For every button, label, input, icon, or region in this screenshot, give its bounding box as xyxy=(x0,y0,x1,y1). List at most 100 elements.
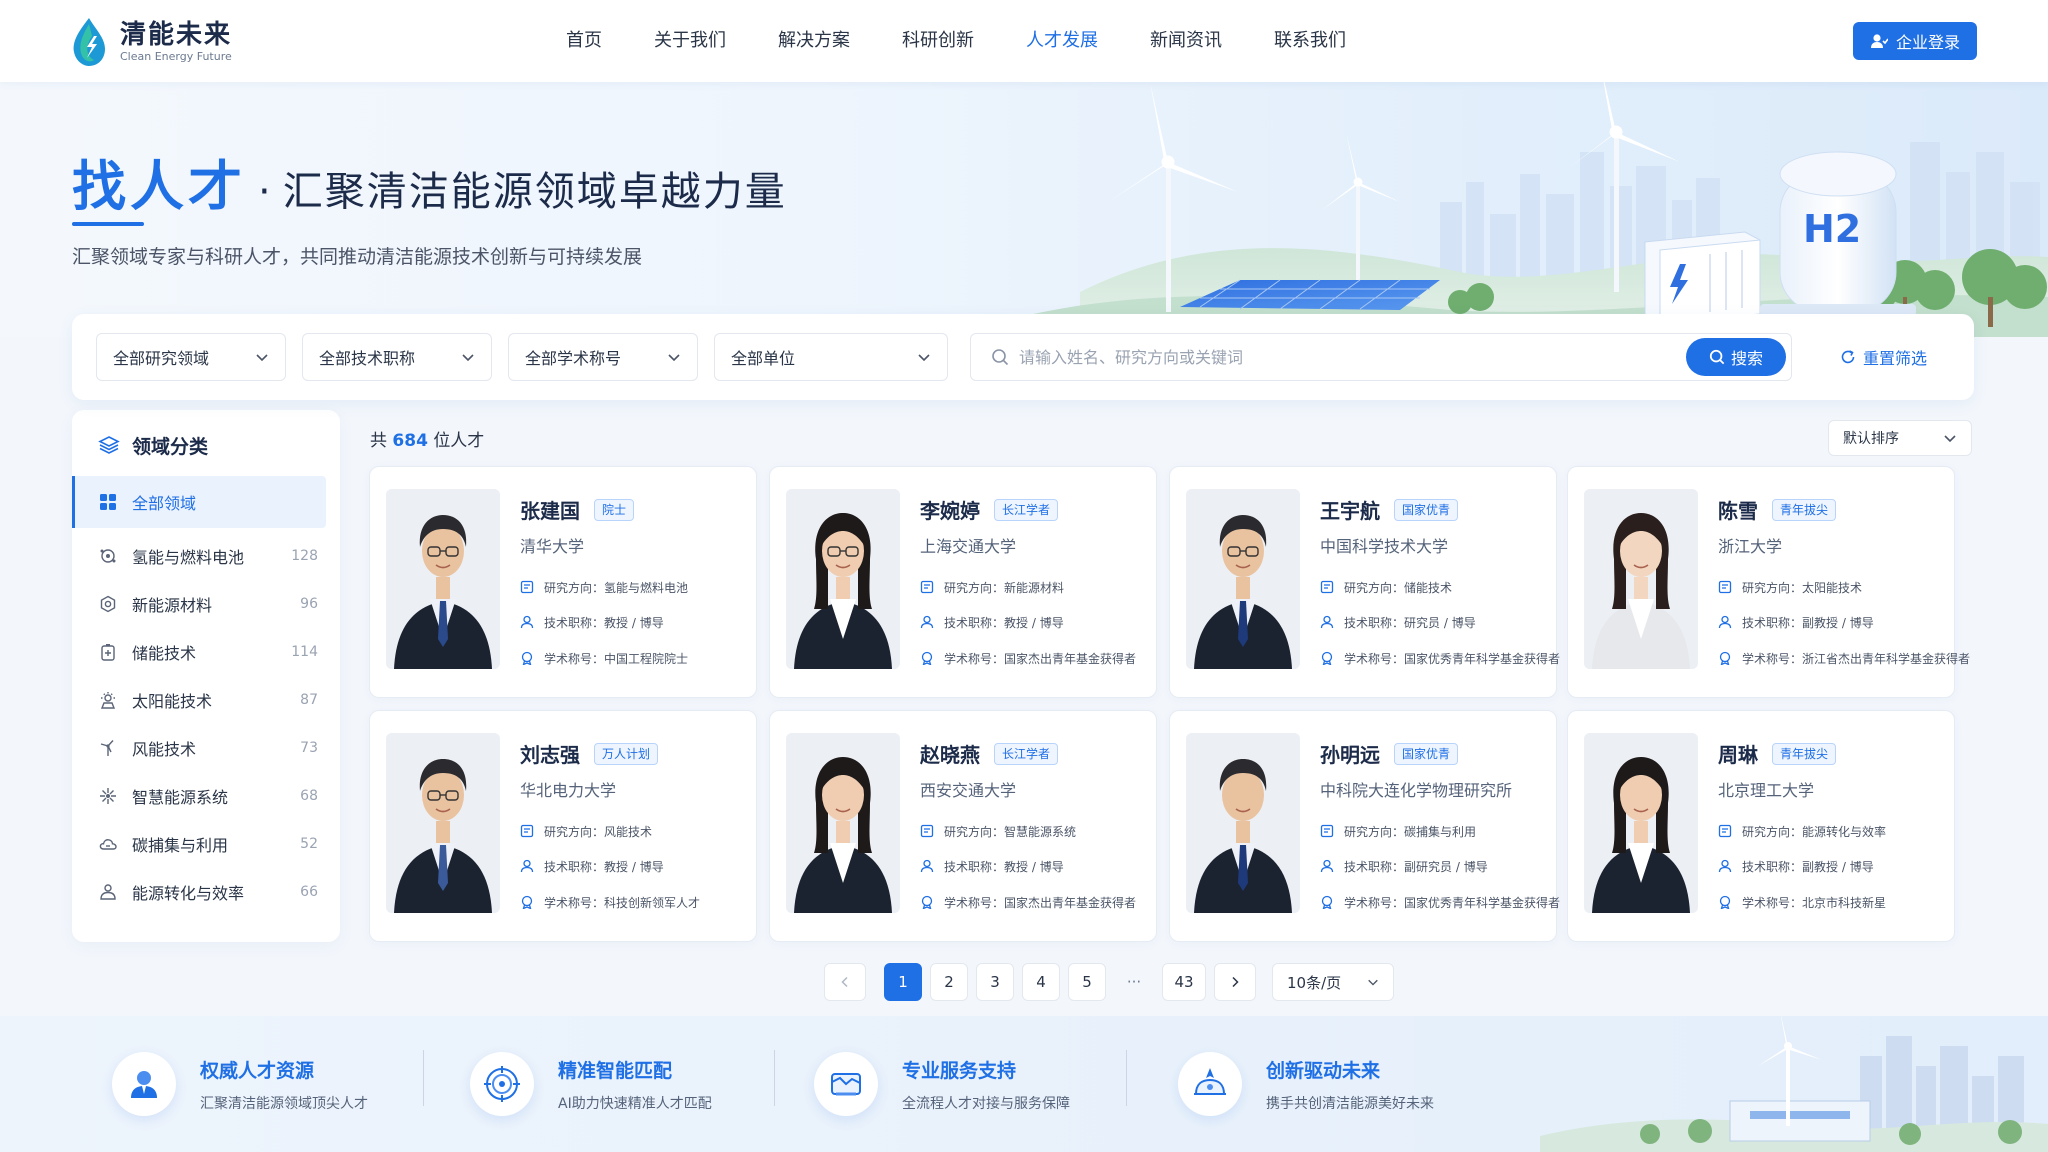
enterprise-login-button[interactable]: 企业登录 xyxy=(1853,22,1977,60)
person-icon xyxy=(920,859,934,873)
expert-direction-row: 研究方向： 新能源材料 xyxy=(920,577,1064,597)
select-value: 全部研究领域 xyxy=(113,349,210,368)
expert-card[interactable]: 陈雪 青年拔尖 浙江大学 研究方向： 太阳能技术 技术职称： 副教授 / 博导 … xyxy=(1567,466,1970,698)
page-button-2[interactable]: 2 xyxy=(930,963,968,1001)
page-button-last[interactable]: 43 xyxy=(1162,963,1206,1001)
expert-card[interactable]: 孙明远 国家优青 中科院大连化学物理研究所 研究方向： 碳捕集与利用 技术职称：… xyxy=(1169,710,1560,942)
sidebar-item-count: 96 xyxy=(300,596,318,612)
count-prefix: 共 xyxy=(370,431,387,451)
expert-card[interactable]: 刘志强 万人计划 华北电力大学 研究方向： 风能技术 技术职称： 教授 / 博导… xyxy=(369,710,757,942)
nav-about[interactable]: 关于我们 xyxy=(654,0,726,82)
expert-card[interactable]: 周琳 青年拔尖 北京理工大学 研究方向： 能源转化与效率 技术职称： 副教授 /… xyxy=(1567,710,1955,942)
footer-feature-matching: 精准智能匹配 AI助力快速精准人才匹配 xyxy=(470,1048,712,1120)
main-nav: 首页 关于我们 解决方案 科研创新 人才发展 新闻资讯 联系我们 xyxy=(540,0,1372,82)
nav-talent[interactable]: 人才发展 xyxy=(1026,0,1098,82)
expert-title-row: 技术职称： 副教授 / 博导 xyxy=(1718,856,1874,876)
sidebar-item-label: 新能源材料 xyxy=(132,596,213,615)
cycle-icon xyxy=(98,882,118,902)
direction-label: 研究方向： xyxy=(1742,580,1803,595)
hydrogen-icon xyxy=(98,546,118,566)
h2-label: H2 xyxy=(1803,207,1861,251)
honor-value: 浙江省杰出青年科学基金获得者 xyxy=(1802,651,1971,666)
expert-direction-row: 研究方向： 风能技术 xyxy=(520,821,652,841)
sidebar-title: 领域分类 xyxy=(98,430,208,460)
brand-tagline: Clean Energy Future xyxy=(120,50,232,63)
footer-divider xyxy=(423,1050,424,1106)
sidebar-item-smart-energy[interactable]: 智慧能源系统 68 xyxy=(72,776,326,816)
service-icon xyxy=(814,1052,878,1116)
academic-honor-select[interactable]: 全部学术称号 xyxy=(508,333,698,381)
page-button-4[interactable]: 4 xyxy=(1022,963,1060,1001)
page-button-1[interactable]: 1 xyxy=(884,963,922,1001)
sidebar-item-hydrogen[interactable]: 氢能与燃料电池 128 xyxy=(72,536,326,576)
expert-institution: 华北电力大学 xyxy=(520,781,617,800)
expert-institution: 浙江大学 xyxy=(1718,537,1783,556)
user-icon xyxy=(1870,34,1888,48)
next-page-button[interactable] xyxy=(1214,963,1256,1001)
sidebar-item-wind[interactable]: 风能技术 73 xyxy=(72,728,326,768)
sidebar-item-storage[interactable]: 储能技术 114 xyxy=(72,632,326,672)
sidebar-item-all[interactable]: 全部领域 xyxy=(72,476,326,528)
filter-bar: 全部研究领域 全部技术职称 全部学术称号 全部单位 搜索 重置筛选 xyxy=(72,314,1974,400)
page-size-value: 10条/页 xyxy=(1287,973,1342,992)
expert-honor-row: 学术称号： 北京市科技新星 xyxy=(1718,892,1886,912)
expert-name: 孙明远 xyxy=(1320,743,1380,767)
page-button-5[interactable]: 5 xyxy=(1068,963,1106,1001)
expert-card[interactable]: 张建国 院士 清华大学 研究方向： 氢能与燃料电池 技术职称： 教授 / 博导 … xyxy=(369,466,757,698)
honor-value: 中国工程院院士 xyxy=(604,651,689,666)
tech-title-select[interactable]: 全部技术职称 xyxy=(302,333,492,381)
chevron-down-icon xyxy=(668,354,680,362)
expert-photo xyxy=(786,489,900,669)
expert-title-row: 技术职称： 副研究员 / 博导 xyxy=(1320,856,1488,876)
title-value: 副教授 / 博导 xyxy=(1802,859,1874,874)
nav-news[interactable]: 新闻资讯 xyxy=(1150,0,1222,82)
honor-label: 学术称号： xyxy=(1742,895,1803,910)
search-icon xyxy=(992,349,1009,366)
nav-home[interactable]: 首页 xyxy=(566,0,602,82)
page-button-3[interactable]: 3 xyxy=(976,963,1014,1001)
expert-card[interactable]: 赵晓燕 长江学者 西安交通大学 研究方向： 智慧能源系统 技术职称： 教授 / … xyxy=(769,710,1157,942)
page-size-select[interactable]: 10条/页 xyxy=(1272,963,1394,1001)
expert-badge: 长江学者 xyxy=(994,499,1059,521)
prev-page-button[interactable] xyxy=(824,963,866,1001)
research-icon xyxy=(920,824,934,838)
expert-name: 张建国 xyxy=(520,499,580,523)
expert-badge: 国家优青 xyxy=(1394,499,1459,521)
expert-badge: 长江学者 xyxy=(994,743,1059,765)
nav-solutions[interactable]: 解决方案 xyxy=(778,0,850,82)
search-input[interactable] xyxy=(1019,337,1686,377)
footer-feature-innovation: 创新驱动未来 携手共创清洁能源美好未来 xyxy=(1178,1048,1434,1120)
network-icon xyxy=(98,786,118,806)
title-value: 教授 / 博导 xyxy=(604,615,664,630)
nav-research[interactable]: 科研创新 xyxy=(902,0,974,82)
sidebar-item-conversion[interactable]: 能源转化与效率 66 xyxy=(72,872,326,912)
research-field-select[interactable]: 全部研究领域 xyxy=(96,333,286,381)
nav-contact[interactable]: 联系我们 xyxy=(1274,0,1346,82)
expert-card[interactable]: 王宇航 国家优青 中国科学技术大学 研究方向： 储能技术 技术职称： 研究员 /… xyxy=(1169,466,1560,698)
person-icon xyxy=(520,859,534,873)
honor-label: 学术称号： xyxy=(1344,651,1405,666)
expert-direction-row: 研究方向： 碳捕集与利用 xyxy=(1320,821,1476,841)
sidebar-item-carbon[interactable]: 碳捕集与利用 52 xyxy=(72,824,326,864)
title-label: 技术职称： xyxy=(544,859,605,874)
expert-card[interactable]: 李婉婷 长江学者 上海交通大学 研究方向： 新能源材料 技术职称： 教授 / 博… xyxy=(769,466,1157,698)
direction-label: 研究方向： xyxy=(1742,824,1803,839)
expert-honor-row: 学术称号： 国家杰出青年基金获得者 xyxy=(920,648,1136,668)
layers-icon xyxy=(98,436,120,454)
sidebar-item-label: 能源转化与效率 xyxy=(132,884,245,903)
search-button[interactable]: 搜索 xyxy=(1686,338,1786,376)
brand-logo[interactable]: 清能未来 Clean Energy Future xyxy=(70,16,232,68)
expert-photo xyxy=(1584,733,1698,913)
sidebar-item-solar[interactable]: 太阳能技术 87 xyxy=(72,680,326,720)
honor-label: 学术称号： xyxy=(544,651,605,666)
institution-select[interactable]: 全部单位 xyxy=(714,333,948,381)
direction-label: 研究方向： xyxy=(544,580,605,595)
sort-select[interactable]: 默认排序 xyxy=(1828,420,1972,456)
expert-honor-row: 学术称号： 中国工程院院士 xyxy=(520,648,688,668)
direction-label: 研究方向： xyxy=(1344,824,1405,839)
reset-filters-button[interactable]: 重置筛选 xyxy=(1840,333,1927,381)
research-icon xyxy=(920,580,934,594)
sidebar-item-materials[interactable]: 新能源材料 96 xyxy=(72,584,326,624)
title-value: 副教授 / 博导 xyxy=(1802,615,1874,630)
award-icon xyxy=(921,651,933,665)
